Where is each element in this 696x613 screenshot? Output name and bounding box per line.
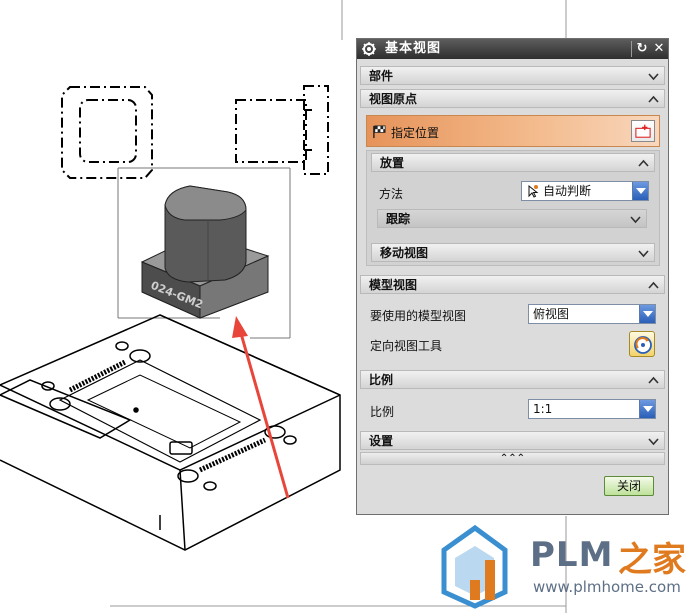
section-placement-label: 放置 — [380, 156, 405, 170]
section-model-view-label: 模型视图 — [369, 278, 418, 292]
section-move-view-label: 移动视图 — [380, 246, 429, 260]
shaded-part-preview[interactable]: 024-GM2 — [140, 185, 270, 319]
scale-label: 比例 — [370, 405, 395, 419]
watermark-brand-cn: 之家 — [618, 540, 686, 580]
orient-view-icon — [634, 336, 652, 354]
scale-value: 1:1 — [533, 402, 553, 416]
orient-view-tool-label: 定向视图工具 — [370, 339, 443, 353]
pick-point-button[interactable] — [631, 120, 655, 142]
section-scale[interactable]: 比例 — [360, 370, 665, 389]
side-view-projection[interactable] — [235, 85, 329, 175]
section-tracking[interactable]: 跟踪 — [377, 209, 647, 228]
title-separator — [631, 41, 632, 57]
basic-view-dialog: 基本视图 ↻ ✕ 部件 视图原点 指定位置 放置 方法 自动判断 跟踪 移动视图… — [356, 38, 669, 515]
section-move-view[interactable]: 移动视图 — [371, 243, 655, 262]
section-tracking-label: 跟踪 — [386, 212, 411, 226]
dialog-title-bar[interactable]: 基本视图 ↻ ✕ — [357, 39, 668, 59]
method-value: 自动判断 — [543, 184, 592, 198]
watermark-brand: PLM — [530, 535, 614, 575]
auto-infer-icon — [528, 184, 539, 198]
section-view-origin[interactable]: 视图原点 — [360, 89, 665, 108]
point-dialog-icon — [635, 124, 651, 138]
section-model-view[interactable]: 模型视图 — [360, 275, 665, 294]
dropdown-arrow-icon[interactable] — [632, 182, 648, 200]
chevron-up-icon[interactable] — [637, 157, 650, 170]
chevron-down-icon[interactable] — [629, 213, 642, 226]
chevron-down-icon[interactable] — [647, 435, 660, 448]
dialog-title: 基本视图 — [385, 41, 442, 56]
method-select[interactable]: 自动判断 — [521, 181, 649, 201]
plm-home-logo-icon — [441, 524, 508, 609]
section-part-label: 部件 — [369, 69, 394, 83]
section-part[interactable]: 部件 — [360, 66, 665, 85]
expand-more-icon: ⌃⌃⌃ — [499, 453, 526, 464]
top-view-projection[interactable] — [61, 86, 153, 179]
chevron-down-icon[interactable] — [647, 70, 660, 83]
annotation-arrow-part — [232, 316, 290, 499]
model-view-select[interactable]: 俯视图 — [528, 304, 656, 324]
close-button[interactable]: 关闭 — [604, 476, 654, 496]
model-view-value: 俯视图 — [533, 307, 570, 321]
more-options-bar[interactable]: ⌃⌃⌃ — [360, 452, 665, 465]
reset-icon[interactable]: ↻ — [634, 41, 650, 57]
dropdown-arrow-icon[interactable] — [639, 305, 655, 323]
watermark-url: www.plmhome.com — [533, 578, 681, 596]
section-placement[interactable]: 放置 — [371, 153, 655, 172]
section-settings[interactable]: 设置 — [360, 431, 665, 450]
chevron-down-icon[interactable] — [637, 247, 650, 260]
section-settings-label: 设置 — [369, 434, 394, 448]
chevron-up-icon[interactable] — [647, 279, 660, 292]
gear-icon[interactable] — [361, 41, 377, 57]
method-label: 方法 — [379, 187, 404, 201]
chevron-up-icon[interactable] — [647, 93, 660, 106]
chevron-up-icon[interactable] — [647, 374, 660, 387]
isometric-base-plate[interactable] — [0, 314, 341, 551]
scale-select[interactable]: 1:1 — [528, 399, 656, 419]
checkered-flag-icon — [373, 125, 386, 139]
model-view-label: 要使用的模型视图 — [370, 309, 467, 323]
orient-view-tool-button[interactable] — [629, 331, 655, 357]
section-scale-label: 比例 — [369, 373, 394, 387]
dropdown-arrow-icon[interactable] — [639, 400, 655, 418]
specify-location-row[interactable]: 指定位置 — [366, 115, 660, 147]
close-icon[interactable]: ✕ — [651, 41, 667, 57]
specify-location-label: 指定位置 — [391, 126, 440, 140]
section-view-origin-label: 视图原点 — [369, 92, 418, 106]
